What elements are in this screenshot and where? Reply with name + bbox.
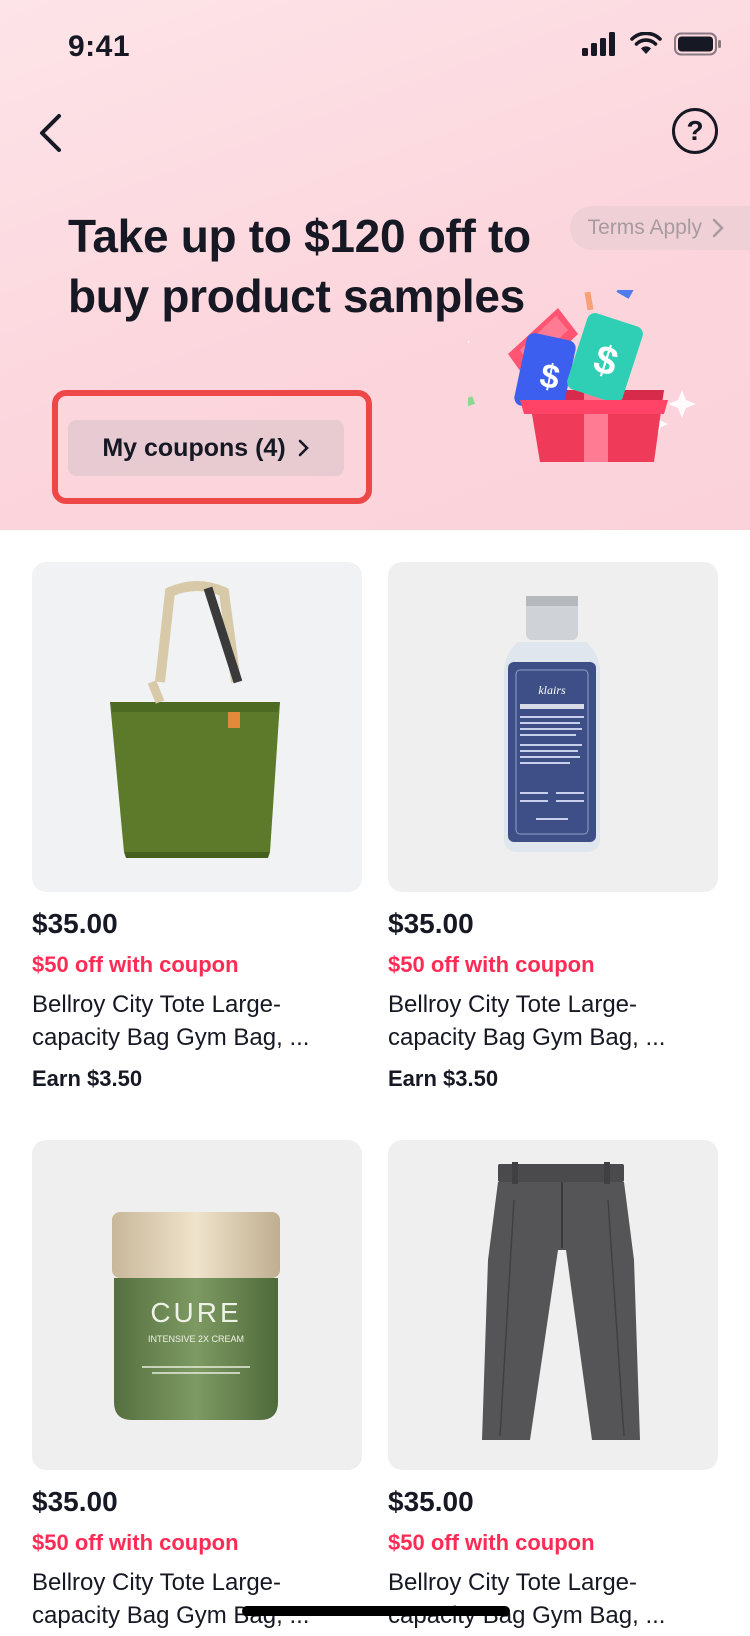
product-title: Bellroy City Tote Large-capacity Bag Gym… [32,991,310,1051]
wifi-icon [630,32,662,54]
product-price: $35.00 [32,1486,118,1517]
product-image[interactable]: CURE INTENSIVE 2X CREAM [32,1140,362,1470]
cream-brand-text: CURE [150,1297,241,1328]
battery-icon [674,32,721,56]
coupon-text: $50 off with coupon [32,952,239,977]
product-price: $35.00 [388,1486,474,1517]
gift-box-illustration: $ $ [468,290,696,462]
trousers-image [482,1162,640,1440]
product-card[interactable]: $35.00 $50 off with coupon Bellroy City … [388,1140,718,1632]
tote-bag-image [110,581,280,858]
chevron-left-icon [40,114,61,152]
cream-jar-image: CURE INTENSIVE 2X CREAM [112,1212,280,1420]
home-indicator[interactable] [242,1606,510,1616]
terms-label: Terms Apply [587,216,702,239]
status-icons [582,32,722,56]
cream-subtitle-text: INTENSIVE 2X CREAM [148,1334,244,1344]
coupon-text: $50 off with coupon [388,952,595,977]
question-mark-icon: ? [686,115,704,146]
product-image[interactable] [32,562,362,892]
product-title: Bellroy City Tote Large-capacity Bag Gym… [32,1569,310,1629]
product-card[interactable]: $35.00 $50 off with coupon Bellroy City … [32,562,362,1092]
chevron-right-icon [298,439,309,457]
back-button[interactable] [28,108,72,158]
status-time: 9:41 [68,30,131,63]
coupon-text: $50 off with coupon [388,1530,595,1555]
product-title: Bellroy City Tote Large-capacity Bag Gym… [388,1569,666,1629]
signal-icon [582,32,615,56]
earn-text: Earn $3.50 [32,1066,143,1091]
my-coupons-label: My coupons (4) [102,433,286,462]
product-image[interactable]: klairs [388,562,718,892]
product-price: $35.00 [32,908,118,939]
product-card[interactable]: CURE INTENSIVE 2X CREAM $35.00 $50 off w… [32,1140,362,1632]
my-coupons-button[interactable]: My coupons (4) [68,420,344,476]
product-card[interactable]: klairs $35.00 $50 off with coupon Bellro… [388,562,718,1092]
chevron-right-icon [712,218,724,238]
product-title: Bellroy City Tote Large-capacity Bag Gym… [388,991,666,1051]
terms-apply-link[interactable]: Terms Apply [569,206,750,250]
earn-text: Earn $3.50 [388,1066,499,1091]
coupon-text: $50 off with coupon [32,1530,239,1555]
promo-header: 9:41 ? Terms Apply Take up to $120 off t… [0,0,750,530]
toner-bottle-image: klairs [504,596,600,852]
help-button[interactable]: ? [672,108,718,154]
product-image[interactable] [388,1140,718,1470]
product-price: $35.00 [388,908,474,939]
toner-brand-text: klairs [538,683,566,697]
